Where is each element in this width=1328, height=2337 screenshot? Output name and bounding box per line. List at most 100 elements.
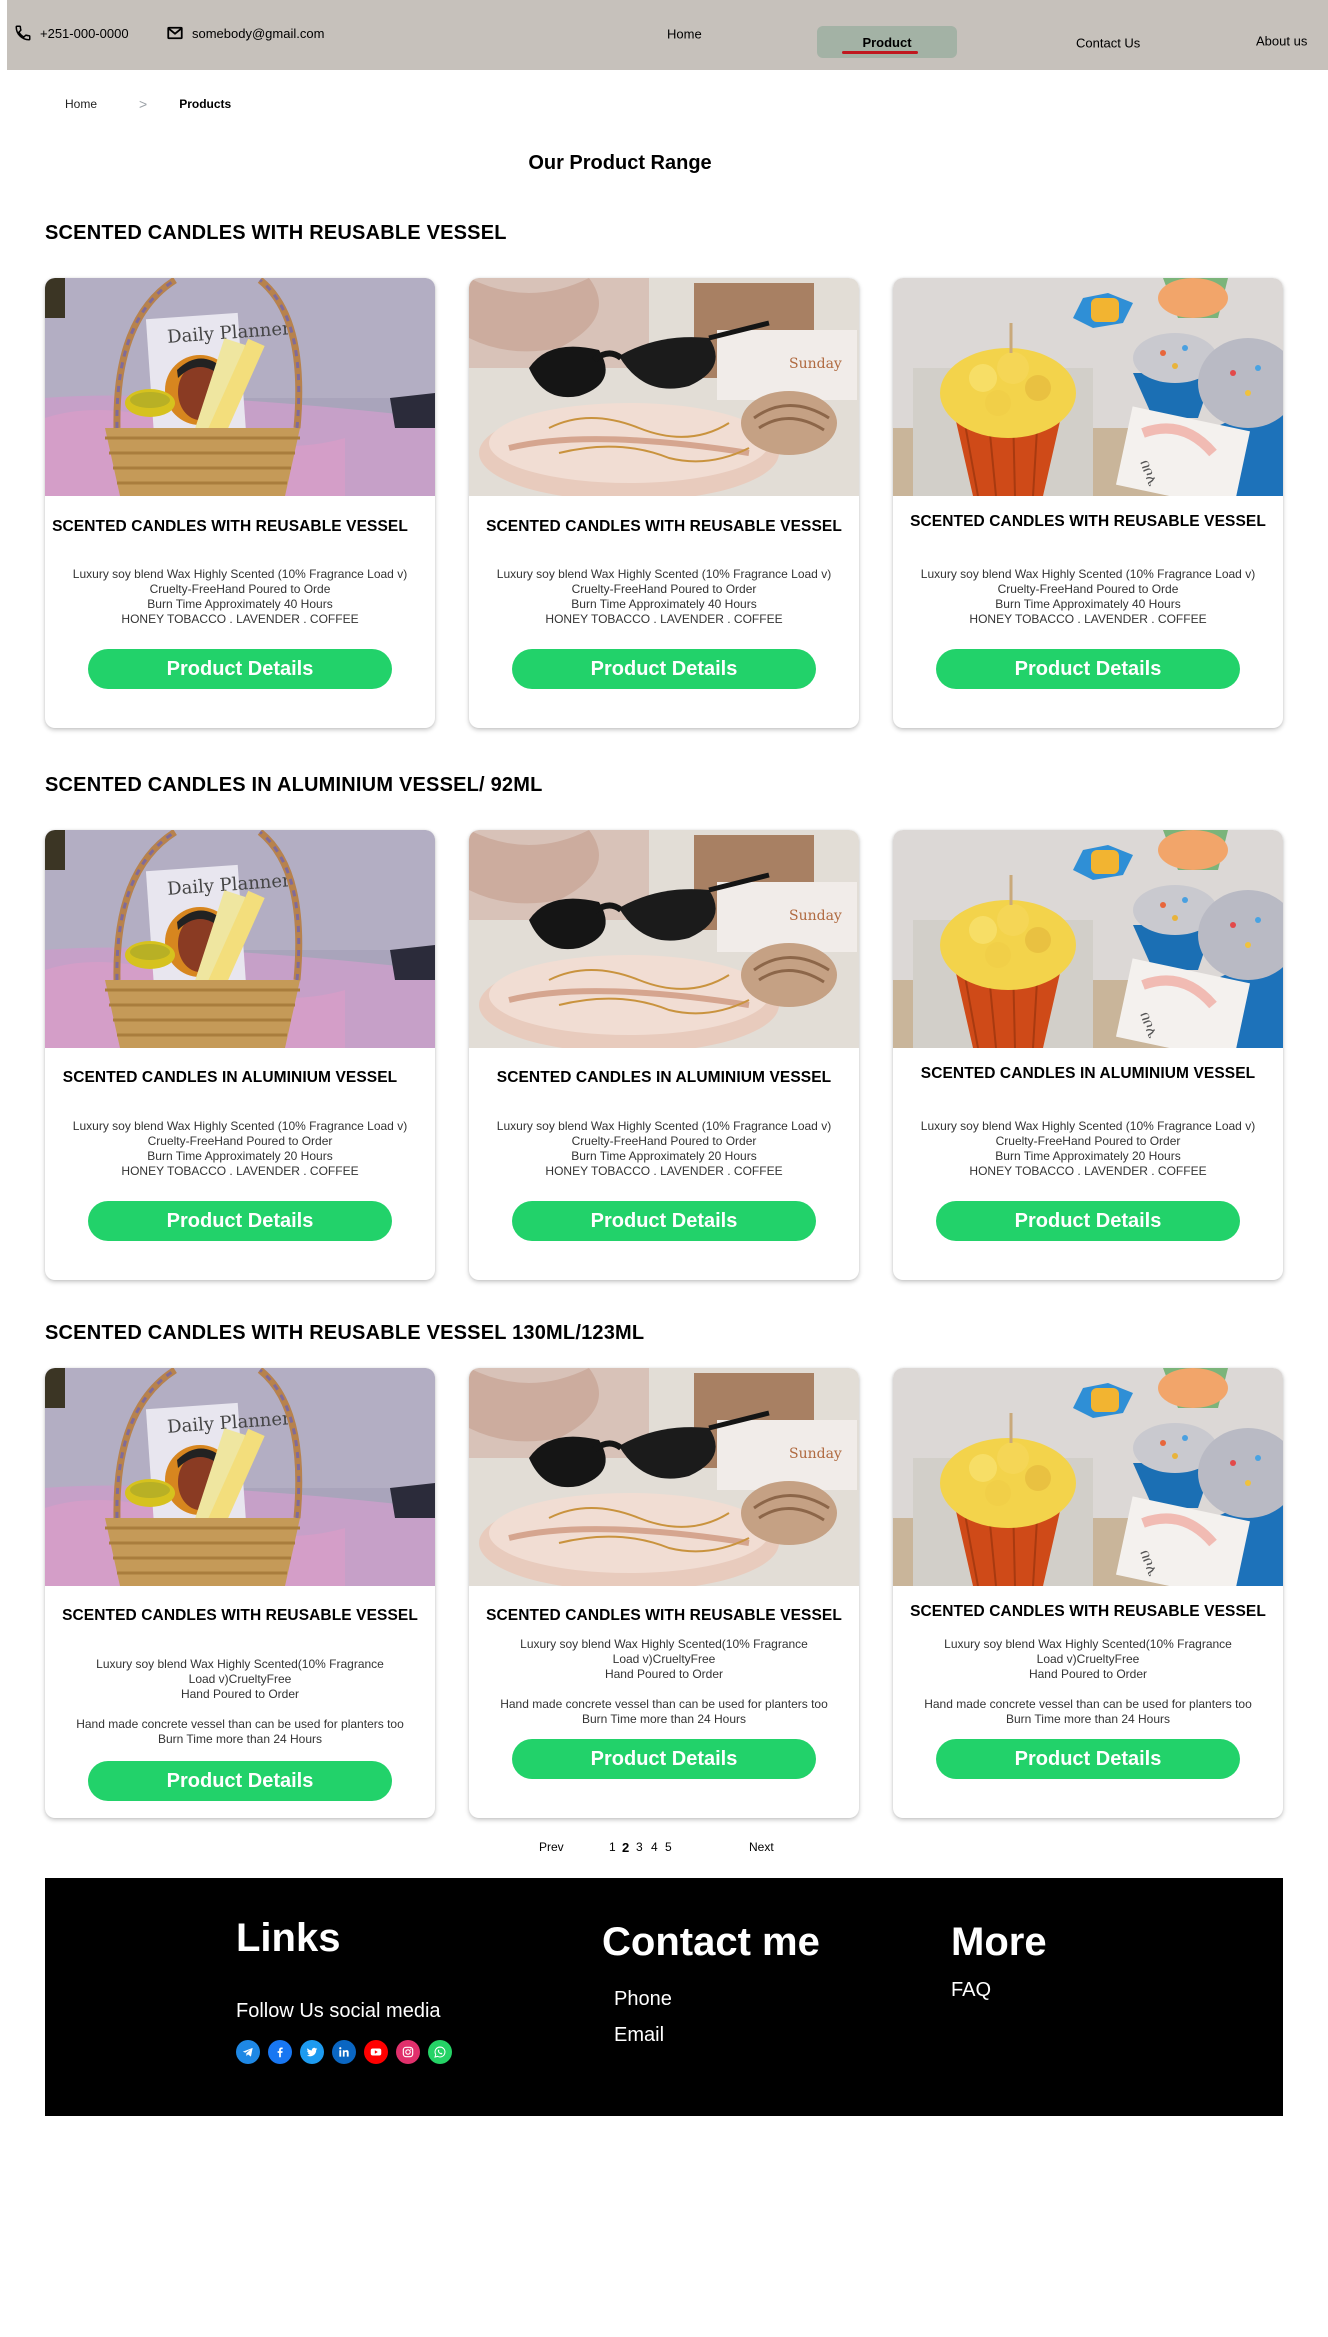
svg-text:Sunday: Sunday (789, 356, 842, 372)
description-line: Hand made concrete vessel than can be us… (500, 1697, 828, 1711)
product-card: Daily Planner SCENTED CANDLES WITH REUSA… (45, 278, 435, 728)
page-link[interactable]: 1 (609, 1840, 616, 1854)
description-line: Hand made concrete vessel than can be us… (76, 1717, 404, 1731)
product-title: SCENTED CANDLES IN ALUMINIUM VESSEL (496, 1069, 832, 1086)
product-description: Luxury soy blend Wax Highly Scented (10%… (55, 1119, 425, 1179)
product-details-button[interactable]: Product Details (512, 1201, 816, 1241)
product-image[interactable]: Daily Planner (45, 278, 435, 496)
product-card: በቦሌ SCENTED CANDLES WITH REUSABLE VESSEL… (893, 1368, 1283, 1818)
top-email[interactable]: somebody@gmail.com (166, 24, 324, 42)
description-line: Burn Time Approximately 20 Hours (995, 1149, 1181, 1163)
top-bar: +251-000-0000 somebody@gmail.com Home Pr… (7, 0, 1328, 70)
top-email-text: somebody@gmail.com (192, 25, 325, 41)
product-image[interactable]: Daily Planner (45, 830, 435, 1048)
telegram-icon[interactable] (236, 2040, 260, 2064)
instagram-icon[interactable] (396, 2040, 420, 2064)
section-title: SCENTED CANDLES IN ALUMINIUM VESSEL/ 92M… (45, 774, 543, 796)
footer-email-link[interactable]: Email (614, 2024, 664, 2047)
footer: Links Follow Us social media Contact me … (45, 1878, 1283, 2116)
product-card: Sunday SCENTED CANDLES WITH REUSABLE VES… (469, 278, 859, 728)
nav-product[interactable]: Product (817, 26, 957, 58)
linkedin-icon[interactable] (332, 2040, 356, 2064)
description-line: Luxury soy blend Wax Highly Scented (10%… (496, 1119, 832, 1133)
product-title: SCENTED CANDLES IN ALUMINIUM VESSEL (62, 1069, 398, 1086)
description-line: Luxury soy blend Wax Highly Scented (10%… (920, 1119, 1256, 1133)
page-link-current[interactable]: 2 (622, 1840, 629, 1855)
footer-follow-text: Follow Us social media (236, 2000, 441, 2022)
product-details-button[interactable]: Product Details (88, 649, 392, 689)
product-image[interactable]: በቦሌ (893, 278, 1283, 496)
description-line: HONEY TOBACCO . LAVENDER . COFFEE (545, 1164, 783, 1178)
description-line: HONEY TOBACCO . LAVENDER . COFFEE (121, 1164, 359, 1178)
description-line: HONEY TOBACCO . LAVENDER . COFFEE (969, 1164, 1207, 1178)
product-description: Luxury soy blend Wax Highly Scented (10%… (479, 567, 849, 627)
description-line: Burn Time Approximately 20 Hours (571, 1149, 757, 1163)
breadcrumb-home[interactable]: Home (65, 97, 97, 111)
product-details-button[interactable]: Product Details (88, 1201, 392, 1241)
page-link[interactable]: 4 (651, 1840, 658, 1854)
youtube-icon[interactable] (364, 2040, 388, 2064)
product-image[interactable]: Sunday (469, 830, 859, 1048)
description-line: Luxury soy blend Wax Highly Scented (10%… (72, 1119, 408, 1133)
nav-home[interactable]: Home (667, 27, 702, 42)
top-phone[interactable]: +251-000-0000 (14, 24, 129, 42)
twitter-icon[interactable] (300, 2040, 324, 2064)
product-image[interactable]: Daily Planner (45, 1368, 435, 1586)
product-details-button[interactable]: Product Details (936, 1739, 1240, 1779)
top-phone-text: +251-000-0000 (40, 25, 129, 41)
product-details-button[interactable]: Product Details (936, 1201, 1240, 1241)
product-title: SCENTED CANDLES IN ALUMINIUM VESSEL (920, 1065, 1256, 1082)
description-line: Luxury soy blend Wax Highly Scented (10%… (496, 567, 832, 581)
footer-phone-link[interactable]: Phone (614, 1988, 672, 2011)
product-details-button[interactable]: Product Details (88, 1761, 392, 1801)
facebook-icon[interactable] (268, 2040, 292, 2064)
nav-contact-us[interactable]: Contact Us (1076, 36, 1140, 51)
description-line: Burn Time Approximately 40 Hours (147, 597, 333, 611)
product-image[interactable]: በቦሌ (893, 1368, 1283, 1586)
product-description: Luxury soy blend Wax Highly Scented(10% … (903, 1637, 1273, 1727)
description-line: Burn Time more than 24 Hours (581, 1712, 747, 1726)
breadcrumb: Home > Products (65, 95, 231, 113)
product-card: በቦሌ SCENTED CANDLES IN ALUMINIUM VESSEL … (893, 830, 1283, 1280)
description-line: Cruelty-FreeHand Poured to Order (571, 582, 757, 596)
description-line: Hand made concrete vessel than can be us… (924, 1697, 1252, 1711)
description-line: Burn Time Approximately 20 Hours (147, 1149, 333, 1163)
footer-faq-link[interactable]: FAQ (951, 1979, 991, 2002)
phone-icon (14, 24, 32, 42)
product-image[interactable]: Sunday (469, 278, 859, 496)
product-title: SCENTED CANDLES WITH REUSABLE VESSEL (486, 1607, 842, 1624)
next-page-link[interactable]: Next (749, 1840, 774, 1854)
mail-icon (166, 24, 184, 42)
description-line: Luxury soy blend Wax Highly Scented(10% … (96, 1657, 384, 1671)
whatsapp-icon[interactable] (428, 2040, 452, 2064)
product-description: Luxury soy blend Wax Highly Scented (10%… (903, 567, 1273, 627)
product-title: SCENTED CANDLES WITH REUSABLE VESSEL (52, 518, 408, 535)
product-image[interactable]: Sunday (469, 1368, 859, 1586)
description-line: Cruelty-FreeHand Poured to Order (147, 1134, 333, 1148)
description-line: Luxury soy blend Wax Highly Scented(10% … (944, 1637, 1232, 1651)
description-line (479, 1682, 849, 1697)
description-line: Cruelty-FreeHand Poured to Order (571, 1134, 757, 1148)
product-title: SCENTED CANDLES WITH REUSABLE VESSEL (910, 513, 1266, 530)
footer-more-heading: More (951, 1920, 1047, 1964)
social-icons (236, 2040, 452, 2064)
product-details-button[interactable]: Product Details (512, 1739, 816, 1779)
prev-page-link[interactable]: Prev (539, 1840, 564, 1854)
description-line: Burn Time more than 24 Hours (1005, 1712, 1171, 1726)
product-details-button[interactable]: Product Details (936, 649, 1240, 689)
product-card: በቦሌ SCENTED CANDLES WITH REUSABLE VESSEL… (893, 278, 1283, 728)
product-image[interactable]: በቦሌ (893, 830, 1283, 1048)
description-line: Load v)CrueltyFree (1036, 1652, 1140, 1666)
description-line: Burn Time Approximately 40 Hours (571, 597, 757, 611)
page-link[interactable]: 5 (665, 1840, 672, 1854)
description-line: HONEY TOBACCO . LAVENDER . COFFEE (545, 612, 783, 626)
product-details-button[interactable]: Product Details (512, 649, 816, 689)
description-line: Cruelty-FreeHand Poured to Order (995, 1134, 1181, 1148)
description-line: Cruelty-FreeHand Poured to Orde (149, 582, 331, 596)
product-description: Luxury soy blend Wax Highly Scented (10%… (55, 567, 425, 627)
nav-about-us[interactable]: About us (1256, 34, 1307, 49)
description-line: HONEY TOBACCO . LAVENDER . COFFEE (121, 612, 359, 626)
page-link[interactable]: 3 (636, 1840, 643, 1854)
description-line: Luxury soy blend Wax Highly Scented (10%… (72, 567, 408, 581)
product-title: SCENTED CANDLES WITH REUSABLE VESSEL (62, 1607, 418, 1624)
